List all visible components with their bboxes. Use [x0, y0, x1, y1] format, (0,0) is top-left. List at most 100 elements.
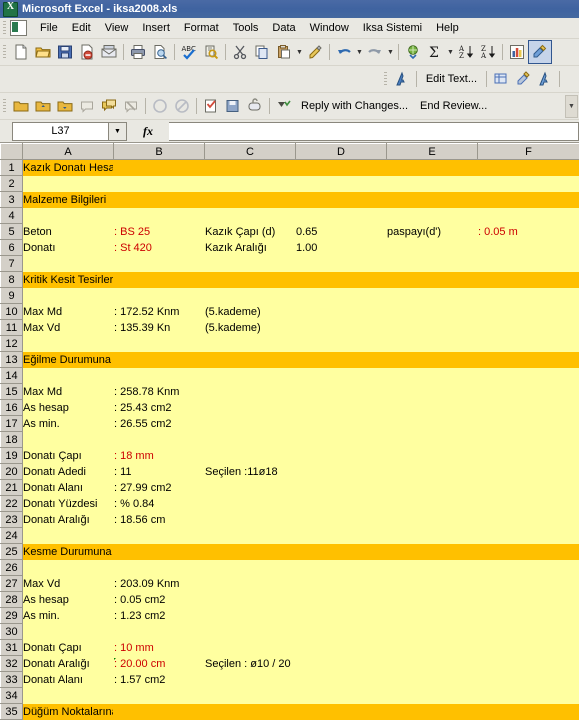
cell-B7[interactable]: [114, 256, 205, 272]
cell-A1[interactable]: Kazık Donatı Hesabı: [23, 160, 114, 176]
cell-B34[interactable]: [114, 688, 205, 704]
cell-C12[interactable]: [205, 336, 296, 352]
cell-D21[interactable]: [296, 480, 387, 496]
cell-B35[interactable]: [114, 704, 205, 720]
cell-D25[interactable]: [296, 544, 387, 560]
cell-F7[interactable]: [478, 256, 579, 272]
row-header-16[interactable]: 16: [1, 400, 23, 416]
row-header-10[interactable]: 10: [1, 304, 23, 320]
row-header-23[interactable]: 23: [1, 512, 23, 528]
cell-F23[interactable]: [478, 512, 579, 528]
cell-E14[interactable]: [387, 368, 478, 384]
menu-item-insert[interactable]: Insert: [135, 20, 177, 36]
cell-C21[interactable]: [205, 480, 296, 496]
cell-A27[interactable]: Max Vd: [23, 576, 114, 592]
cell-A12[interactable]: [23, 336, 114, 352]
cell-E23[interactable]: [387, 512, 478, 528]
cell-A33[interactable]: Donatı Alanı: [23, 672, 114, 688]
cell-F32[interactable]: [478, 656, 579, 672]
reject-change-icon[interactable]: [171, 95, 193, 117]
cell-C33[interactable]: [205, 672, 296, 688]
cell-E28[interactable]: [387, 592, 478, 608]
redo-icon[interactable]: [364, 41, 386, 63]
cell-B33[interactable]: : 1.57 cm2: [114, 672, 205, 688]
cell-D10[interactable]: [296, 304, 387, 320]
cell-D6[interactable]: 1.00: [296, 240, 387, 256]
cell-C30[interactable]: [205, 624, 296, 640]
cell-E5[interactable]: paspayı(d'): [387, 224, 478, 240]
autosum-sigma-icon[interactable]: Σ: [424, 41, 446, 63]
cell-F21[interactable]: [478, 480, 579, 496]
cell-D12[interactable]: [296, 336, 387, 352]
cell-C15[interactable]: [205, 384, 296, 400]
cell-F9[interactable]: [478, 288, 579, 304]
cell-C26[interactable]: [205, 560, 296, 576]
cell-F25[interactable]: [478, 544, 579, 560]
copy-icon[interactable]: [251, 41, 273, 63]
name-box-chevron-down-icon[interactable]: ▼: [108, 122, 127, 141]
cell-F6[interactable]: [478, 240, 579, 256]
cell-E16[interactable]: [387, 400, 478, 416]
cell-F19[interactable]: [478, 448, 579, 464]
row-header-5[interactable]: 5: [1, 224, 23, 240]
cell-C35[interactable]: [205, 704, 296, 720]
cell-C29[interactable]: [205, 608, 296, 624]
cell-B21[interactable]: : 27.99 cm2: [114, 480, 205, 496]
cell-D29[interactable]: [296, 608, 387, 624]
cell-D32[interactable]: [296, 656, 387, 672]
menu-item-data[interactable]: Data: [265, 20, 302, 36]
cell-D4[interactable]: [296, 208, 387, 224]
cell-D26[interactable]: [296, 560, 387, 576]
cell-D17[interactable]: [296, 416, 387, 432]
cell-F15[interactable]: [478, 384, 579, 400]
cell-A15[interactable]: Max Md: [23, 384, 114, 400]
cell-A21[interactable]: Donatı Alanı: [23, 480, 114, 496]
menu-item-view[interactable]: View: [98, 20, 136, 36]
cell-E29[interactable]: [387, 608, 478, 624]
cell-C4[interactable]: [205, 208, 296, 224]
column-header-f[interactable]: F: [478, 144, 579, 160]
accept-change-icon[interactable]: [149, 95, 171, 117]
cell-D7[interactable]: [296, 256, 387, 272]
cell-E2[interactable]: [387, 176, 478, 192]
print-preview-icon[interactable]: [149, 41, 171, 63]
cell-E7[interactable]: [387, 256, 478, 272]
cell-C17[interactable]: [205, 416, 296, 432]
cell-A17[interactable]: As min.: [23, 416, 114, 432]
cell-A30[interactable]: [23, 624, 114, 640]
row-header-6[interactable]: 6: [1, 240, 23, 256]
cell-F17[interactable]: [478, 416, 579, 432]
cell-B2[interactable]: [114, 176, 205, 192]
cell-A4[interactable]: [23, 208, 114, 224]
cell-E25[interactable]: [387, 544, 478, 560]
cell-E21[interactable]: [387, 480, 478, 496]
cell-B12[interactable]: [114, 336, 205, 352]
delete-comment-icon[interactable]: [120, 95, 142, 117]
cell-A9[interactable]: [23, 288, 114, 304]
cell-C10[interactable]: (5.kademe): [205, 304, 296, 320]
cell-E8[interactable]: [387, 272, 478, 288]
cell-F1[interactable]: [478, 160, 579, 176]
cell-B24[interactable]: [114, 528, 205, 544]
paste-icon[interactable]: [273, 41, 295, 63]
cell-F24[interactable]: [478, 528, 579, 544]
menu-item-tools[interactable]: Tools: [226, 20, 266, 36]
cell-D31[interactable]: [296, 640, 387, 656]
undo-icon[interactable]: [333, 41, 355, 63]
row-header-33[interactable]: 33: [1, 672, 23, 688]
format-wordart-icon[interactable]: [512, 68, 534, 90]
cell-A28[interactable]: As hesap: [23, 592, 114, 608]
cell-B22[interactable]: : % 0.84: [114, 496, 205, 512]
row-header-14[interactable]: 14: [1, 368, 23, 384]
cell-E34[interactable]: [387, 688, 478, 704]
cell-E31[interactable]: [387, 640, 478, 656]
cell-A5[interactable]: Beton: [23, 224, 114, 240]
cell-D28[interactable]: [296, 592, 387, 608]
cell-B18[interactable]: [114, 432, 205, 448]
cell-F5[interactable]: : 0.05 m: [478, 224, 579, 240]
cell-B4[interactable]: [114, 208, 205, 224]
wordart-icon[interactable]: [391, 68, 413, 90]
cell-D16[interactable]: [296, 400, 387, 416]
standard-toolbar-grip[interactable]: [3, 45, 6, 60]
cell-B31[interactable]: : 10 mm: [114, 640, 205, 656]
